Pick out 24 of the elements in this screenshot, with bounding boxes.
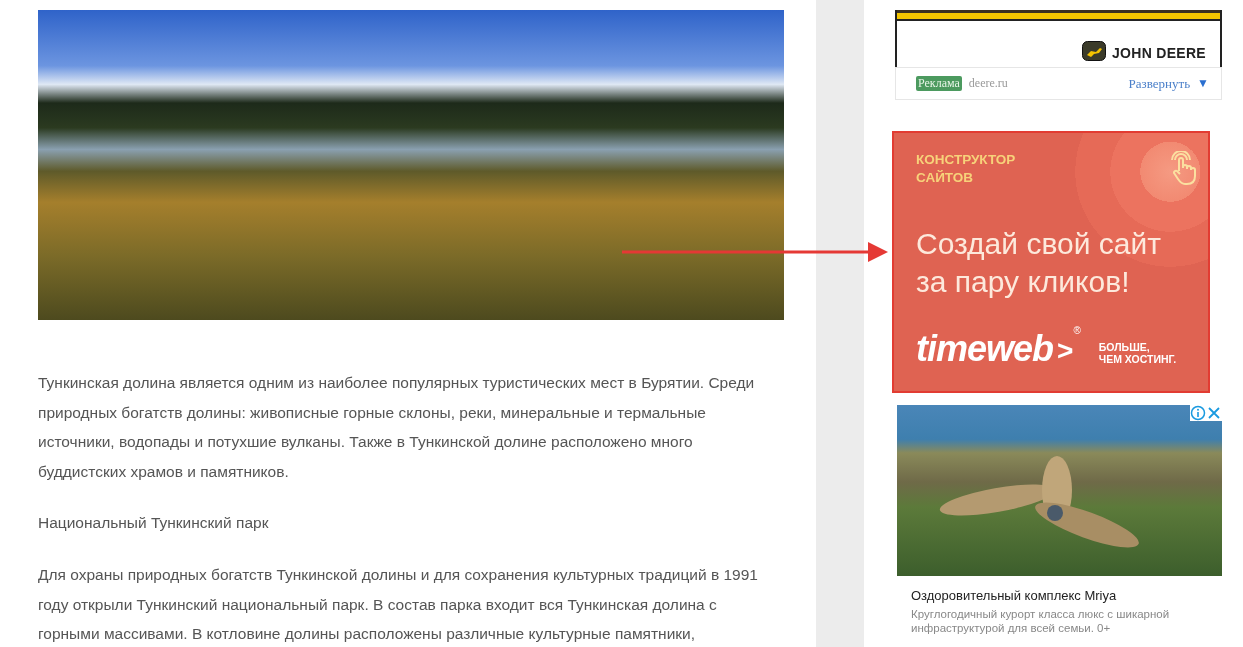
ad-domain: deere.ru [968,76,1008,91]
brand-logo: JOHN DEERE [1111,45,1206,61]
info-icon[interactable] [1190,405,1206,421]
close-icon[interactable] [1206,405,1222,421]
paragraph: Тункинская долина является одним из наиболее популярных туристических мест в Бурятии. Среди природных богатств долины: живописные горные склоны, реки, минеральные и термальные источники, водопады и потухшие вулканы. Также в Тункинской долине расположено много буддистских храмов и памятников. [38,373,756,482]
ad-headline: за пару кликов! [916,264,1131,300]
ad-banner[interactable]: JOHN DEERE [895,10,1222,67]
ad-title[interactable]: Оздоровительный комплекс Mriya [911,588,1222,603]
hand-pointer-icon [1170,151,1198,185]
ad-eyebrow: САЙТОВ [916,169,974,187]
ad-description: Круглогодичный курорт класса люкс с шикарной инфраструктурой для всей семьи. 0+ [911,607,1171,635]
ad-banner[interactable]: КОНСТРУКТОР САЙТОВ Создай свой сайт за пару кликов! timeweb> ® БОЛЬШЕ, ЧЕМ ХОСТИНГ. [892,131,1210,393]
ad-tagline: ЧЕМ ХОСТИНГ. [1098,353,1177,365]
logo-text: timeweb [916,331,1054,367]
registered-mark: ® [1073,325,1081,336]
paragraph: Для охраны природных богатств Тункинской долины и для сохранения культурных традиций в 1991 году открыли Тункинский национальный парк. В состав парка входит вся Тункинская долина с горными массивами. В котловине долины расположены различные культурные памятники, [38,564,759,645]
expand-link[interactable]: Развернуть [1128,75,1191,92]
logo-mark: > [1057,335,1074,367]
caret-icon[interactable]: ▼ [1197,76,1209,91]
ad-tagline: БОЛЬШЕ, [1098,341,1151,353]
ad-eyebrow: КОНСТРУКТОР [916,151,1016,169]
paragraph: Национальный Тункинский парк [38,513,270,534]
ad-label: Реклама [916,76,962,91]
ad-headline: Создай свой сайт [916,226,1162,262]
